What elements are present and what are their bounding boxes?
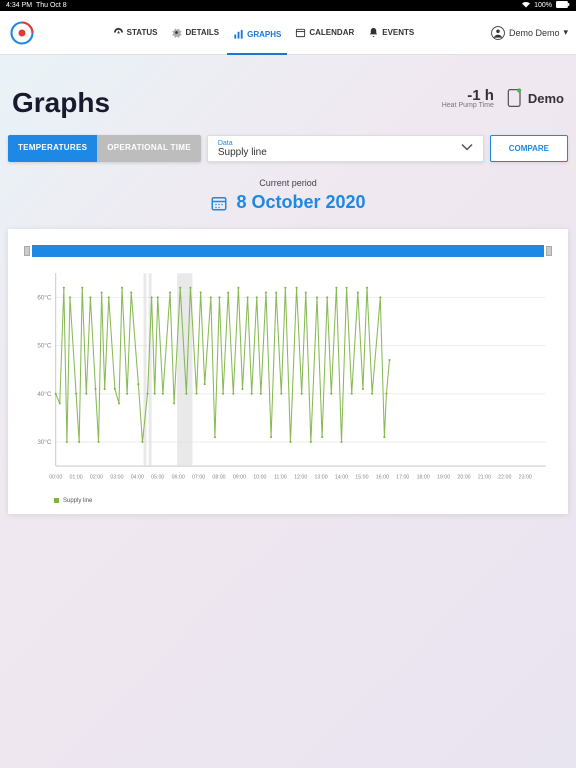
svg-text:50°C: 50°C	[37, 341, 52, 349]
svg-text:04:00: 04:00	[131, 474, 144, 480]
device-name: Demo	[528, 91, 564, 106]
svg-text:17:00: 17:00	[396, 474, 409, 480]
nav-graphs[interactable]: GRAPHS	[227, 23, 287, 55]
svg-text:22:00: 22:00	[498, 474, 511, 480]
time-scrubber[interactable]	[24, 245, 552, 257]
battery-text: 100%	[534, 2, 552, 9]
chevron-down-icon	[461, 143, 473, 154]
svg-text:60°C: 60°C	[37, 293, 52, 301]
data-select-label: Data	[218, 140, 473, 147]
svg-text:16:00: 16:00	[376, 474, 389, 480]
bell-icon	[368, 27, 379, 38]
svg-text:09:00: 09:00	[233, 474, 246, 480]
heat-label: Heat Pump Time	[442, 102, 494, 109]
svg-text:02:00: 02:00	[90, 474, 103, 480]
wifi-icon	[522, 1, 530, 10]
svg-text:11:00: 11:00	[274, 474, 287, 480]
battery-icon	[556, 1, 570, 10]
device-icon	[506, 88, 524, 108]
bar-chart-icon	[233, 29, 244, 40]
scrub-track[interactable]	[32, 245, 544, 257]
gauge-icon	[113, 27, 124, 38]
svg-text:20:00: 20:00	[457, 474, 470, 480]
nav-events[interactable]: EVENTS	[362, 23, 420, 42]
user-icon	[491, 26, 505, 40]
svg-text:15:00: 15:00	[355, 474, 368, 480]
status-time: 4:34 PM	[6, 2, 32, 9]
svg-text:21:00: 21:00	[478, 474, 491, 480]
scrub-handle-left[interactable]	[24, 246, 30, 256]
user-menu[interactable]: Demo Demo ▾	[491, 26, 568, 40]
svg-text:13:00: 13:00	[314, 474, 327, 480]
period-date-picker[interactable]: 8 October 2020	[210, 192, 365, 213]
svg-text:03:00: 03:00	[110, 474, 123, 480]
svg-text:07:00: 07:00	[192, 474, 205, 480]
tab-operational-time[interactable]: OPERATIONAL TIME	[97, 135, 201, 162]
chevron-down-icon: ▾	[563, 27, 568, 38]
calendar-icon	[295, 27, 306, 38]
nav-status[interactable]: STATUS	[107, 23, 164, 42]
svg-text:40°C: 40°C	[37, 389, 52, 397]
period-date-text: 8 October 2020	[236, 192, 365, 213]
page-title: Graphs	[12, 87, 110, 119]
nav-calendar[interactable]: CALENDAR	[289, 23, 360, 42]
svg-text:30°C: 30°C	[37, 438, 52, 446]
nav-details[interactable]: DETAILS	[165, 23, 225, 42]
svg-text:18:00: 18:00	[417, 474, 430, 480]
calendar-icon	[210, 194, 228, 212]
svg-text:14:00: 14:00	[335, 474, 348, 480]
status-date: Thu Oct 8	[36, 2, 67, 9]
chart-card: 30°C 40°C 50°C 60°C 00:00 01:00 02:00 03:00 04:0…	[8, 229, 568, 514]
svg-text:01:00: 01:00	[69, 474, 82, 480]
heat-pump-info: -1 h Heat Pump Time Demo	[442, 87, 564, 109]
legend-swatch	[54, 498, 59, 503]
svg-text:19:00: 19:00	[437, 474, 450, 480]
device-chip[interactable]: Demo	[506, 88, 564, 108]
svg-text:08:00: 08:00	[212, 474, 225, 480]
data-select-value: Supply line	[218, 147, 473, 158]
gear-icon	[171, 27, 182, 38]
legend-label: Supply line	[63, 498, 92, 504]
svg-text:23:00: 23:00	[519, 474, 532, 480]
chart-legend: Supply line	[24, 492, 552, 504]
svg-text:06:00: 06:00	[172, 474, 185, 480]
svg-text:00:00: 00:00	[49, 474, 62, 480]
tab-temperatures[interactable]: TEMPERATURES	[8, 135, 97, 162]
compare-button[interactable]: COMPARE	[490, 135, 568, 162]
line-chart[interactable]: 30°C 40°C 50°C 60°C 00:00 01:00 02:00 03:00 04:0…	[24, 267, 552, 487]
brand-logo[interactable]	[8, 19, 36, 47]
svg-text:05:00: 05:00	[151, 474, 164, 480]
user-name: Demo Demo	[509, 28, 560, 38]
scrub-handle-right[interactable]	[546, 246, 552, 256]
svg-text:12:00: 12:00	[294, 474, 307, 480]
period-label: Current period	[8, 178, 568, 188]
top-navbar: STATUS DETAILS GRAPHS CALENDAR EVENTS De…	[0, 11, 576, 55]
svg-text:10:00: 10:00	[253, 474, 266, 480]
graph-mode-tabs: TEMPERATURES OPERATIONAL TIME	[8, 135, 201, 162]
device-status-bar: 4:34 PM Thu Oct 8 100%	[0, 0, 576, 11]
data-series-select[interactable]: Data Supply line	[207, 135, 484, 162]
